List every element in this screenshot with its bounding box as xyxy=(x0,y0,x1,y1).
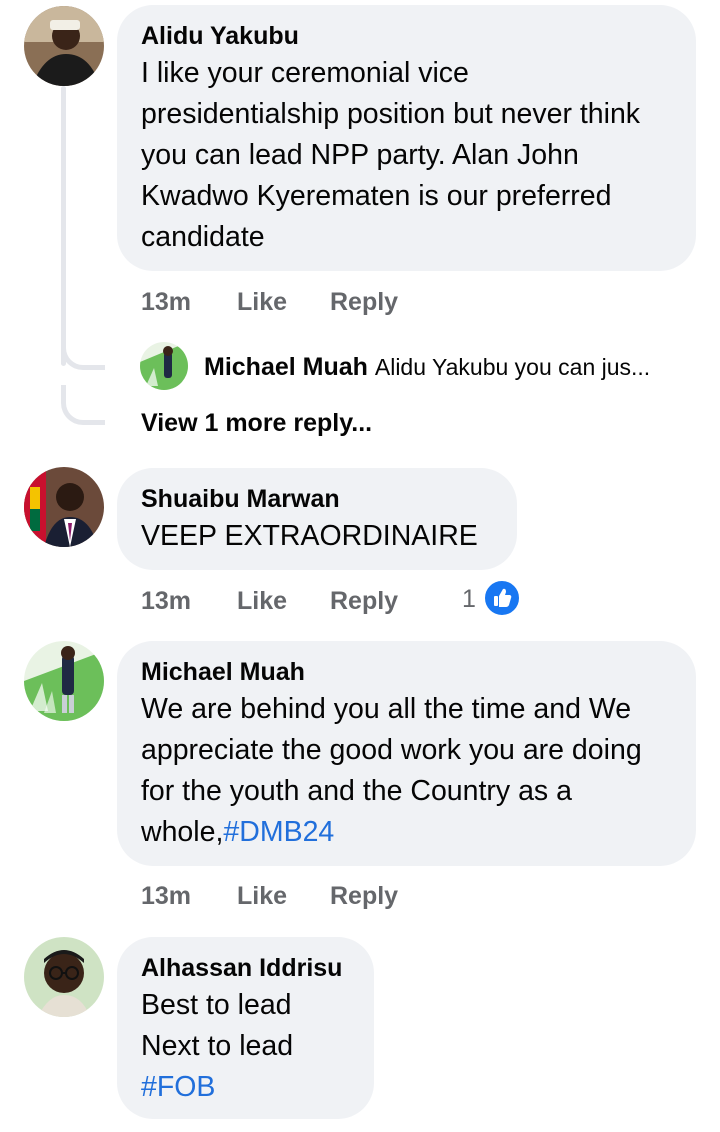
comment-bubble: Alhassan Iddrisu Best to lead Next to le… xyxy=(117,937,374,1119)
reply-button[interactable]: Reply xyxy=(330,287,398,317)
reply-button[interactable]: Reply xyxy=(330,586,398,616)
like-button[interactable]: Like xyxy=(237,586,287,616)
comment-author[interactable]: Alidu Yakubu xyxy=(141,21,672,51)
view-more-replies-link[interactable]: View 1 more reply... xyxy=(141,408,372,438)
comment-text: I like your ceremonial vice presidential… xyxy=(141,57,641,253)
avatar[interactable] xyxy=(24,467,104,547)
hashtag-link[interactable]: #FOB xyxy=(141,1067,350,1108)
thread-connector xyxy=(61,330,105,370)
comment-author[interactable]: Alhassan Iddrisu xyxy=(141,953,350,983)
hashtag-link[interactable]: #DMB24 xyxy=(223,816,334,848)
comment-time: 13m xyxy=(141,882,192,910)
avatar[interactable] xyxy=(24,641,104,721)
comment-line: Best to lead xyxy=(141,989,292,1021)
reply-button[interactable]: Reply xyxy=(330,881,398,911)
thread-line xyxy=(61,86,66,366)
reaction-count[interactable]: 1 xyxy=(462,584,476,614)
comment-body: We are behind you all the time and We ap… xyxy=(141,693,642,848)
comment-text: Best to lead Next to lead #FOB xyxy=(141,985,350,1108)
comment-author[interactable]: Shuaibu Marwan xyxy=(141,484,493,514)
thumbs-up-icon xyxy=(482,578,522,618)
avatar[interactable] xyxy=(140,342,188,390)
like-button[interactable]: Like xyxy=(237,287,287,317)
comment-bubble: Shuaibu Marwan VEEP EXTRAORDINAIRE xyxy=(117,468,517,570)
reply-preview[interactable]: Michael Muah Alidu Yakubu you can jus... xyxy=(204,352,650,382)
thread-connector xyxy=(61,385,105,425)
comment-bubble: Alidu Yakubu I like your ceremonial vice… xyxy=(117,5,696,271)
comment-bubble: Michael Muah We are behind you all the t… xyxy=(117,641,696,866)
avatar[interactable] xyxy=(24,937,104,1017)
comment-line: Next to lead xyxy=(141,1030,294,1062)
comment-time: 13m xyxy=(141,288,192,316)
avatar[interactable] xyxy=(24,6,104,86)
comment-text: VEEP EXTRAORDINAIRE xyxy=(141,520,478,552)
reply-author[interactable]: Michael Muah xyxy=(204,353,368,381)
comment-author[interactable]: Michael Muah xyxy=(141,657,672,687)
reply-preview-text: Alidu Yakubu you can jus... xyxy=(374,354,651,380)
comment-text: We are behind you all the time and We ap… xyxy=(141,689,672,853)
like-button[interactable]: Like xyxy=(237,881,287,911)
comment-time: 13m xyxy=(141,587,192,615)
